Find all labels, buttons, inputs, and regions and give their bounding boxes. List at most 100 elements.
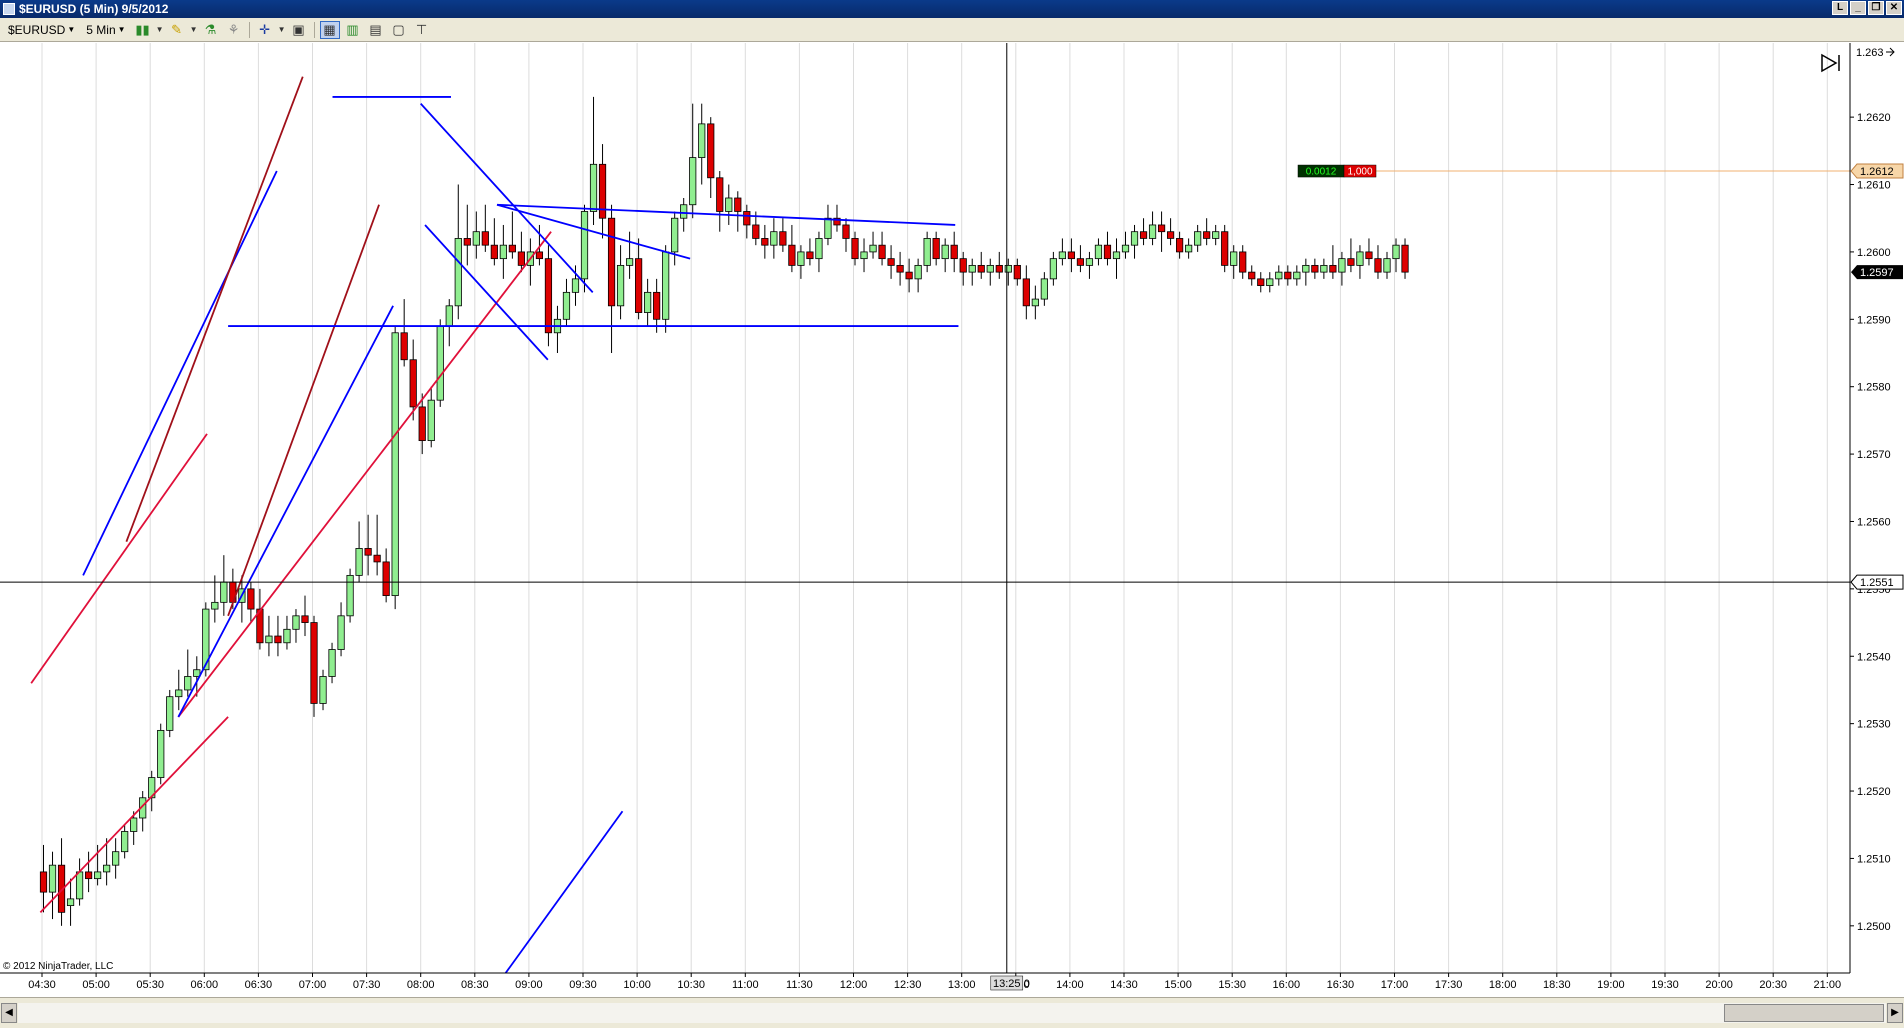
candle-body — [121, 831, 129, 853]
interval-selector[interactable]: 5 Min ▼ — [82, 21, 129, 39]
strategy-icon[interactable]: ⚘ — [224, 21, 244, 39]
app-icon — [3, 3, 15, 15]
candle-body — [1275, 271, 1283, 280]
chart-toolbar: $EURUSD ▼ 5 Min ▼ ▮▮ ▼ ✎ ▼ ⚗ ⚘ ✛ ▼ ▣ ▦ ▥… — [0, 18, 1904, 42]
candle-body — [607, 217, 616, 307]
market-analyzer-icon[interactable]: ▥ — [343, 21, 363, 39]
candle-body — [941, 244, 949, 260]
candle-body — [1266, 278, 1274, 287]
candle-body — [806, 251, 814, 260]
candle-body — [364, 548, 372, 556]
candle-body — [860, 251, 868, 260]
candle-body — [274, 635, 282, 644]
candle-body — [346, 574, 354, 617]
chevron-down-icon[interactable]: ▼ — [156, 21, 164, 39]
candle-body — [499, 244, 507, 260]
candle-body — [671, 217, 679, 253]
scroll-right-button[interactable]: ▶ — [1887, 1003, 1903, 1023]
x-tick-label: 16:30 — [1327, 979, 1355, 991]
chevron-down-icon[interactable]: ▼ — [190, 21, 198, 39]
candle-body — [1338, 258, 1346, 273]
candle-body — [1185, 244, 1193, 253]
candle-body — [986, 264, 994, 273]
pin-icon[interactable]: ⊤ — [412, 21, 432, 39]
candle-body — [725, 197, 733, 212]
order-tag[interactable]: 0.0012 1,000 — [1297, 164, 1377, 178]
candle-body — [418, 406, 426, 442]
link-icon[interactable]: L — [1832, 1, 1848, 15]
chevron-down-icon: ▼ — [67, 25, 76, 34]
order-pnl-text: 0.0012 — [1306, 167, 1337, 178]
candle-body — [1176, 238, 1184, 253]
candle-body — [1284, 271, 1292, 280]
candle-body — [1365, 251, 1373, 260]
candle-body — [544, 258, 553, 334]
crosshair-icon[interactable]: ✛ — [255, 21, 275, 39]
x-tick-label: 09:30 — [569, 979, 597, 991]
candle-body — [1112, 251, 1121, 260]
scroll-left-button[interactable]: ◀ — [1, 1003, 17, 1023]
candle-body — [923, 238, 931, 266]
close-button[interactable]: ✕ — [1886, 1, 1902, 15]
candle-body — [698, 123, 706, 158]
candle-body — [562, 291, 571, 320]
candle-body — [761, 238, 769, 246]
candle-body — [1401, 244, 1409, 273]
price-chart[interactable]: 0.0012 1,000 1.2500 1.2510 1.2520 1.2530 1.2… — [0, 43, 1904, 996]
x-tick-label: 10:00 — [623, 979, 651, 991]
chart-area[interactable]: 0.0012 1,000 1.2500 1.2510 1.2520 1.2530 1.2… — [0, 43, 1904, 996]
y-tick-label: 1.2570 — [1857, 449, 1891, 461]
x-tick-label: 18:30 — [1543, 979, 1571, 991]
crosshair-time-marker: 13:25 0 — [990, 975, 1030, 991]
candle-body — [1311, 264, 1319, 273]
properties-icon[interactable]: ▢ — [389, 21, 409, 39]
candle-body — [644, 291, 652, 313]
chart-trader-icon[interactable]: ▦ — [319, 20, 340, 39]
candle-body — [905, 271, 913, 280]
bar-style-icon[interactable]: ▮▮ — [133, 21, 153, 39]
candle-body — [653, 291, 661, 320]
minimize-button[interactable]: _ — [1850, 1, 1866, 15]
add-indicator-icon[interactable]: ⚗ — [201, 21, 221, 39]
plot-background — [0, 43, 1850, 996]
candle-body — [1085, 258, 1094, 266]
x-tick-label: 21:00 — [1814, 979, 1842, 991]
last-price-label: 1.2597 — [1860, 267, 1894, 279]
candle-body — [1130, 231, 1139, 246]
candle-body — [1040, 278, 1048, 300]
candle-body — [932, 238, 940, 260]
candle-body — [968, 264, 976, 273]
crosshair-time-suffix: 0 — [1024, 978, 1030, 990]
template-icon[interactable]: ▤ — [366, 21, 386, 39]
candle-body — [914, 264, 922, 280]
candle-body — [707, 123, 715, 179]
toolbar-divider — [248, 21, 250, 38]
restore-button[interactable]: ❐ — [1868, 1, 1884, 15]
candle-body — [211, 601, 219, 610]
x-tick-label: 08:30 — [461, 979, 489, 991]
chevron-down-icon[interactable]: ▼ — [278, 21, 286, 39]
candle-body — [409, 359, 417, 408]
candle-body — [337, 615, 345, 650]
scroll-track[interactable] — [18, 1003, 1886, 1023]
x-tick-label: 14:30 — [1110, 979, 1138, 991]
horizontal-scrollbar[interactable]: ◀ ▶ — [0, 997, 1904, 1028]
candle-body — [66, 898, 75, 907]
data-box-icon[interactable]: ▣ — [289, 21, 309, 39]
scroll-thumb[interactable] — [1724, 1004, 1884, 1022]
candle-body — [995, 264, 1003, 273]
y-tick-label: 1.2520 — [1857, 786, 1891, 798]
candle-body — [1139, 231, 1148, 239]
candle-body — [292, 615, 300, 630]
x-tick-label: 08:00 — [407, 979, 435, 991]
y-tick-label: 1.2590 — [1857, 314, 1891, 326]
candle-body — [1166, 231, 1175, 239]
candle-body — [770, 231, 778, 246]
y-tick-label: 1.2610 — [1857, 180, 1891, 192]
candle-body — [589, 163, 598, 212]
candle-body — [48, 864, 57, 893]
pencil-icon[interactable]: ✎ — [167, 21, 187, 39]
instrument-selector[interactable]: $EURUSD ▼ — [4, 21, 79, 39]
candle-body — [1329, 264, 1337, 273]
candle-body — [824, 217, 832, 239]
